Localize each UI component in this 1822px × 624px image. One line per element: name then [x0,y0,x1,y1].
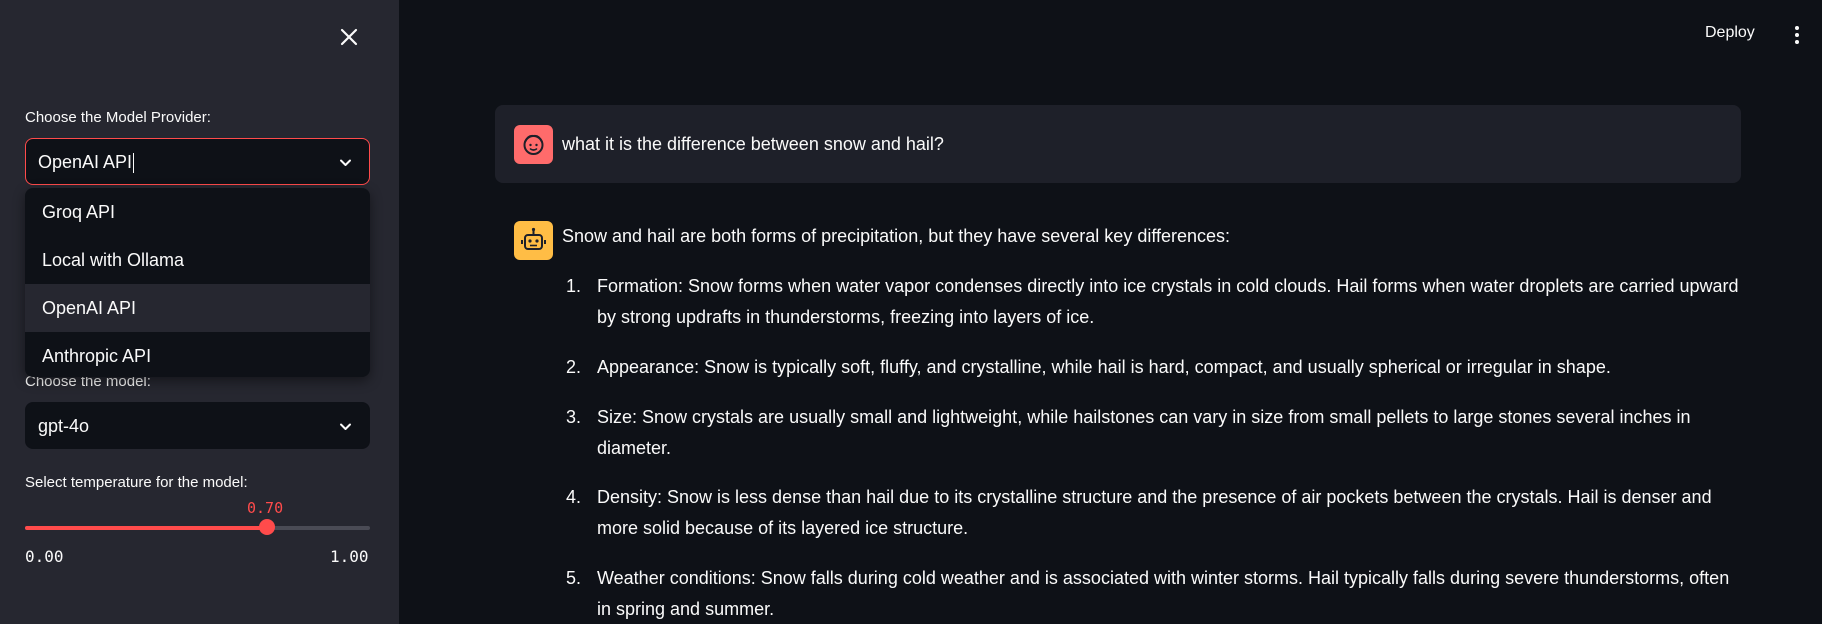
user-face-icon [523,134,544,155]
list-item-text: Size: Snow crystals are usually small an… [597,407,1691,458]
provider-dropdown-menu: Groq API Local with Ollama OpenAI API An… [25,188,370,377]
chevron-down-icon [338,155,353,170]
provider-option-openai[interactable]: OpenAI API [25,284,370,332]
assistant-avatar [514,221,553,260]
provider-option-groq[interactable]: Groq API [25,188,370,236]
model-select-value: gpt-4o [38,416,90,436]
provider-label: Choose the Model Provider: [25,109,211,126]
provider-option-ollama[interactable]: Local with Ollama [25,236,370,284]
main-menu-button[interactable] [1790,24,1804,46]
close-icon [340,28,358,46]
user-message-text: what it is the difference between snow a… [562,134,944,154]
list-item: 2. Appearance: Snow is typically soft, f… [562,352,1742,383]
list-item-number: 3. [566,407,582,427]
temperature-min: 0.00 [25,547,64,566]
temperature-slider-thumb[interactable] [258,519,275,535]
list-item-text: Density: Snow is less dense than hail du… [597,487,1712,538]
list-item: 1. Formation: Snow forms when water vapo… [562,271,1742,333]
chevron-down-icon [338,419,353,434]
list-item-text: Appearance: Snow is typically soft, fluf… [597,357,1611,377]
deploy-button[interactable]: Deploy [1705,24,1755,46]
temperature-label: Select temperature for the model: [25,474,248,491]
list-item-number: 4. [566,487,582,507]
close-sidebar-button[interactable] [336,24,362,50]
list-item-text: Weather conditions: Snow falls during co… [597,568,1730,619]
user-avatar [514,125,553,164]
assistant-intro-text: Snow and hail are both forms of precipit… [562,226,1231,246]
provider-option-anthropic[interactable]: Anthropic API [25,332,370,377]
temperature-value: 0.70 [247,499,284,517]
user-message: what it is the difference between snow a… [495,105,1741,183]
provider-select[interactable]: OpenAI API [25,138,370,185]
list-item-number: 1. [566,276,582,296]
list-item-text: Formation: Snow forms when water vapor c… [597,276,1739,327]
temperature-slider-track[interactable] [25,526,370,530]
list-item-number: 2. [566,357,582,377]
model-select[interactable]: gpt-4o [25,402,370,449]
temperature-slider-fill [25,526,267,530]
list-item-number: 5. [566,568,582,588]
temperature-max: 1.00 [330,547,369,566]
kebab-menu-icon [1795,26,1799,44]
robot-icon [521,227,546,250]
list-item: 3. Size: Snow crystals are usually small… [562,402,1742,464]
provider-select-value: OpenAI API [38,152,135,174]
list-item: 5. Weather conditions: Snow falls during… [562,563,1742,624]
list-item: 4. Density: Snow is less dense than hail… [562,482,1742,544]
